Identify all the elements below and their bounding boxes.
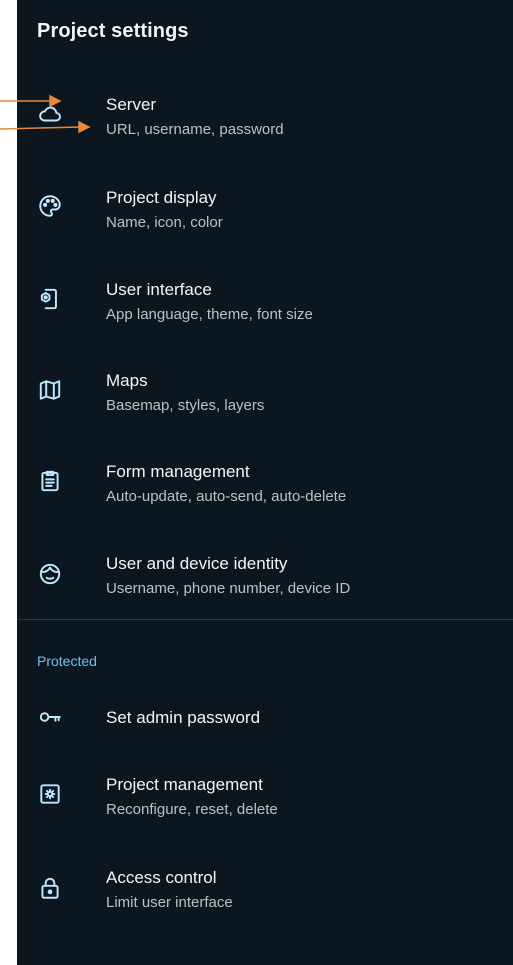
- settings-item-maps[interactable]: Maps Basemap, styles, layers: [17, 362, 513, 440]
- item-label: Access control: [106, 868, 217, 887]
- item-label: Maps: [106, 371, 148, 390]
- item-subtitle: Name, icon, color: [106, 214, 223, 231]
- face-icon: [37, 561, 63, 587]
- phone-settings-icon: [37, 286, 63, 312]
- settings-item-set-admin-password[interactable]: Set admin password: [17, 688, 513, 746]
- gear-box-icon: [37, 781, 63, 807]
- settings-item-user-device-identity[interactable]: User and device identity Username, phone…: [17, 546, 513, 624]
- item-subtitle: Username, phone number, device ID: [106, 580, 351, 597]
- cloud-icon: [37, 101, 63, 127]
- map-icon: [37, 377, 63, 403]
- item-label: Form management: [106, 462, 250, 481]
- item-label: Project display: [106, 188, 217, 207]
- item-subtitle: Basemap, styles, layers: [106, 397, 265, 414]
- item-subtitle: Auto-update, auto-send, auto-delete: [106, 488, 347, 505]
- item-subtitle: Limit user interface: [106, 894, 233, 911]
- clipboard-icon: [37, 468, 63, 494]
- item-label: Project management: [106, 775, 263, 794]
- settings-item-project-display[interactable]: Project display Name, icon, color: [17, 178, 513, 256]
- section-divider: [17, 619, 513, 620]
- item-label: Set admin password: [106, 708, 261, 727]
- item-label: Server: [106, 95, 157, 114]
- item-label: User interface: [106, 280, 212, 299]
- settings-item-access-control[interactable]: Access control Limit user interface: [17, 860, 513, 938]
- section-header-protected: Protected: [37, 653, 97, 669]
- item-subtitle: App language, theme, font size: [106, 306, 313, 323]
- item-subtitle: Reconfigure, reset, delete: [106, 801, 278, 818]
- settings-item-server[interactable]: Server URL, username, password: [17, 86, 513, 164]
- settings-screen: Project settings Server URL, username, p…: [17, 0, 513, 965]
- settings-item-user-interface[interactable]: User interface App language, theme, font…: [17, 272, 513, 350]
- page-title: Project settings: [37, 20, 189, 42]
- item-subtitle: URL, username, password: [106, 121, 284, 138]
- item-label: User and device identity: [106, 554, 288, 573]
- settings-item-project-management[interactable]: Project management Reconfigure, reset, d…: [17, 766, 513, 844]
- lock-icon: [37, 875, 63, 901]
- key-icon: [37, 704, 63, 730]
- settings-item-form-management[interactable]: Form management Auto-update, auto-send, …: [17, 454, 513, 532]
- palette-icon: [37, 193, 63, 219]
